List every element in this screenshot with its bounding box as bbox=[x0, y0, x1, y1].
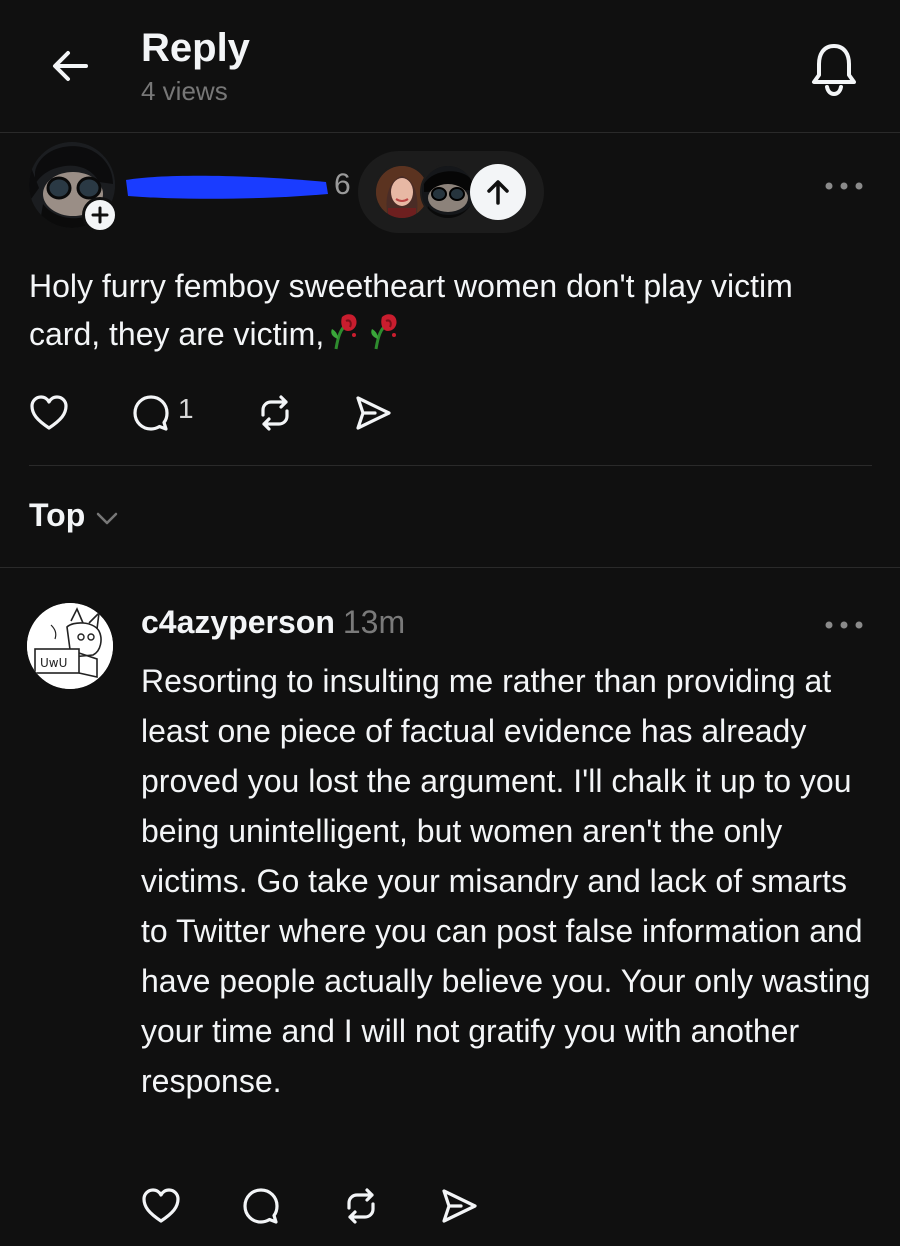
reply-count: 1 bbox=[178, 393, 194, 424]
wilted-rose-icon bbox=[331, 314, 357, 350]
replier-avatar bbox=[420, 164, 476, 220]
share-button[interactable] bbox=[436, 1183, 482, 1229]
scroll-to-parent-button[interactable] bbox=[470, 164, 526, 220]
reply-header: c4azyperson 13m bbox=[141, 604, 405, 641]
arrow-left-icon bbox=[53, 51, 88, 81]
sort-dropdown[interactable]: Top bbox=[29, 497, 119, 534]
send-icon bbox=[356, 396, 391, 430]
heart-icon bbox=[142, 1188, 180, 1223]
post-text: Holy furry femboy sweetheart women don't… bbox=[29, 262, 869, 358]
post-options-button[interactable] bbox=[818, 172, 870, 200]
reply-button[interactable] bbox=[128, 390, 174, 436]
chevron-down-icon bbox=[97, 512, 118, 524]
avatar-image: UwU bbox=[27, 603, 113, 689]
post-text-content: Holy furry femboy sweetheart women don't… bbox=[29, 268, 793, 352]
reply-options-button[interactable] bbox=[818, 611, 870, 639]
wilted-rose-icon bbox=[371, 314, 397, 350]
repost-icon bbox=[261, 395, 289, 431]
notifications-button[interactable] bbox=[802, 36, 866, 100]
username-link[interactable]: c4azyperson bbox=[141, 604, 335, 640]
plus-icon bbox=[91, 206, 109, 224]
view-count: 4 views bbox=[141, 76, 228, 106]
reply-button[interactable] bbox=[238, 1183, 284, 1229]
post-divider bbox=[29, 465, 872, 466]
like-button[interactable] bbox=[26, 390, 72, 436]
repost-icon bbox=[347, 1188, 375, 1224]
page-title: Reply bbox=[141, 26, 250, 70]
username-suffix: 6 bbox=[334, 168, 351, 201]
arrow-up-icon bbox=[487, 180, 509, 205]
more-horizontal-icon bbox=[825, 621, 863, 629]
comment-icon bbox=[133, 395, 169, 431]
comment-icon bbox=[243, 1188, 279, 1224]
header-divider bbox=[0, 132, 900, 133]
redacted-username bbox=[126, 175, 328, 199]
avatar[interactable]: UwU bbox=[27, 603, 113, 689]
back-button[interactable] bbox=[44, 40, 96, 92]
timestamp: 13m bbox=[342, 604, 406, 640]
more-horizontal-icon bbox=[825, 182, 863, 190]
reply-text: Resorting to insulting me rather than pr… bbox=[141, 663, 871, 1099]
follow-button[interactable] bbox=[82, 197, 118, 233]
repost-button[interactable] bbox=[338, 1183, 384, 1229]
send-icon bbox=[442, 1189, 477, 1223]
avatar-sign-text: UwU bbox=[40, 656, 67, 670]
section-divider bbox=[0, 567, 900, 568]
heart-icon bbox=[30, 395, 68, 430]
share-button[interactable] bbox=[350, 390, 396, 436]
bell-icon bbox=[812, 44, 856, 97]
repost-button[interactable] bbox=[252, 390, 298, 436]
sort-label: Top bbox=[29, 497, 86, 533]
like-button[interactable] bbox=[138, 1183, 184, 1229]
